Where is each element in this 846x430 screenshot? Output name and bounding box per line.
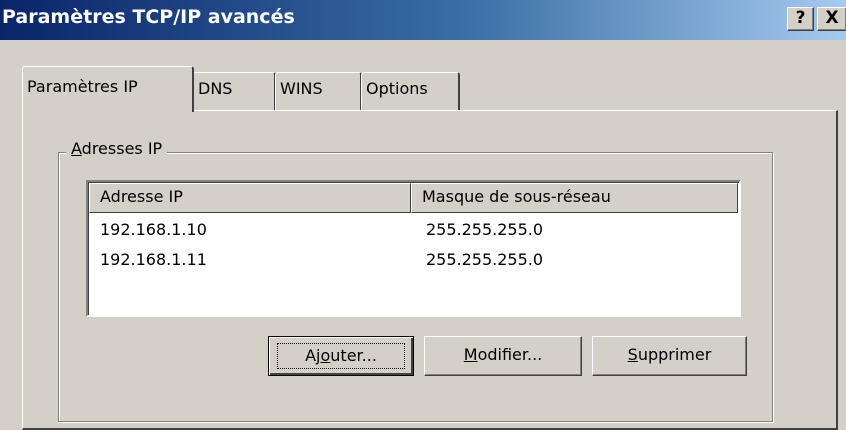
title-bar: Paramètres TCP/IP avancés ? X	[0, 0, 846, 40]
row-1-mask[interactable]: 255.255.255.0	[426, 220, 543, 240]
row-1-ip[interactable]: 192.168.1.10	[100, 220, 207, 240]
tab-dns[interactable]: DNS	[193, 72, 276, 110]
row-2-mask[interactable]: 255.255.255.0	[426, 250, 543, 270]
add-label-accel: o	[320, 346, 331, 365]
help-button[interactable]: ?	[787, 7, 814, 31]
add-label-pre: Aj	[305, 346, 321, 365]
delete-label-accel: S	[627, 345, 638, 364]
close-button[interactable]: X	[817, 7, 846, 31]
delete-button[interactable]: Supprimer	[592, 336, 747, 376]
group-label-rest: dresses IP	[81, 139, 163, 158]
add-label-post: uter...	[330, 346, 377, 365]
ip-addresses-group-label: Adresses IP	[66, 139, 168, 158]
column-header-ip-address[interactable]: Adresse IP	[89, 183, 411, 213]
add-button[interactable]: Ajouter...	[268, 336, 414, 376]
edit-label-post: odifier...	[477, 345, 543, 364]
edit-label-accel: M	[463, 345, 478, 364]
tab-wins[interactable]: WINS	[275, 72, 362, 110]
group-label-accel: A	[71, 139, 82, 158]
delete-label-post: upprimer	[637, 345, 712, 364]
window-title: Paramètres TCP/IP avancés	[2, 6, 295, 28]
add-button-focus-rect: Ajouter...	[277, 343, 405, 369]
tab-options[interactable]: Options	[361, 72, 460, 110]
row-2-ip[interactable]: 192.168.1.11	[100, 250, 207, 270]
tab-ip-settings[interactable]: Paramètres IP	[22, 66, 194, 112]
column-header-subnet-mask[interactable]: Masque de sous-réseau	[411, 183, 738, 213]
edit-button[interactable]: Modifier...	[424, 336, 582, 376]
